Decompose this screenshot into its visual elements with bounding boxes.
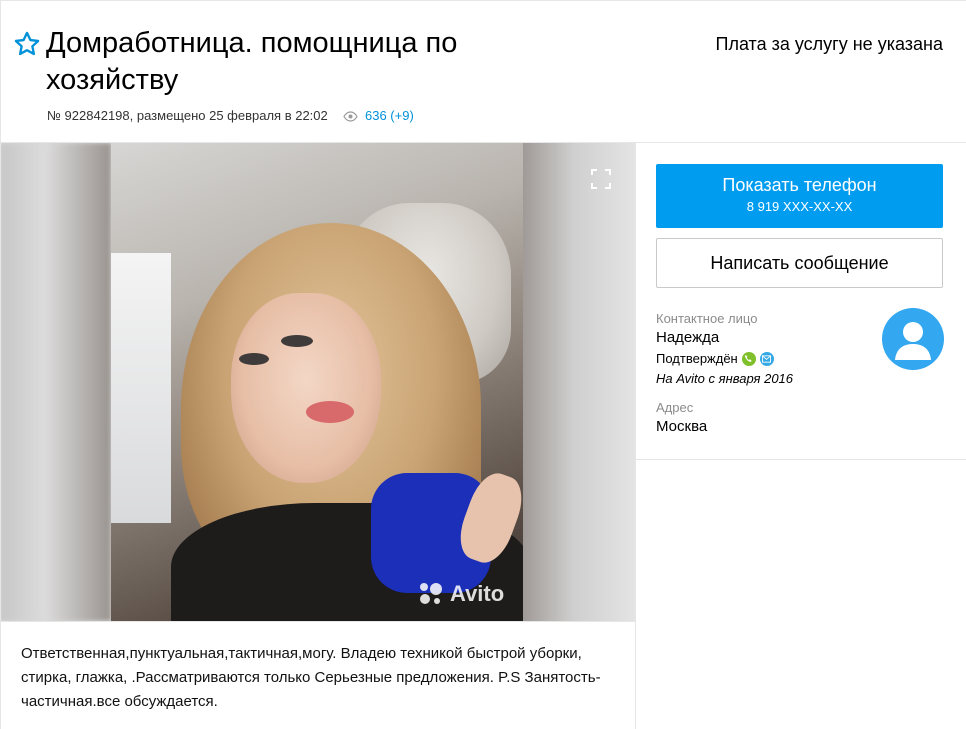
contact-name[interactable]: Надежда [656,329,719,346]
watermark-text: Avito [450,581,505,606]
avito-watermark: Avito [418,581,504,607]
ad-price: Плата за услугу не указана [715,34,944,54]
photo-face [231,293,381,483]
seller-sidebar: Показать телефон 8 919 XXX-XX-XX Написат… [636,143,966,460]
address-value: Москва [656,418,708,435]
member-since: На Avito с января 2016 [656,371,794,386]
ad-header: Домработница. помощница по хозяйству Пла… [1,1,966,143]
gallery-blur-right [523,143,635,621]
ad-description: Ответственная,пунктуальная,тактичная,мог… [1,621,635,729]
phone-masked: 8 919 XXX-XX-XX [746,199,853,214]
photo-eye [239,353,269,365]
photo-car-window [111,253,171,523]
verified-row: Подтверждён [656,351,774,366]
page-frame: Домработница. помощница по хозяйству Пла… [0,0,966,729]
email-verified-icon [759,351,774,366]
write-message-button[interactable]: Написать сообщение [656,238,943,288]
fullscreen-icon[interactable] [590,168,612,190]
eye-icon [343,111,359,122]
phone-verified-icon [741,351,756,366]
views-count[interactable]: 636 (+9) [365,108,414,123]
ad-photo[interactable] [111,143,523,621]
show-phone-label: Показать телефон [722,175,877,195]
gallery-blur-left [1,143,111,621]
photo-lips [306,401,354,423]
show-phone-button[interactable]: Показать телефон 8 919 XXX-XX-XX [656,164,943,228]
ad-meta-text: № 922842198, размещено 25 февраля в 22:0… [47,108,328,123]
user-avatar-icon[interactable] [882,308,944,370]
address-label: Адрес [656,400,694,415]
contact-label: Контактное лицо [656,311,758,326]
avito-logo-icon [420,583,442,604]
ad-title: Домработница. помощница по хозяйству [46,27,458,96]
ad-meta: № 922842198, размещено 25 февраля в 22:0… [47,108,414,123]
verified-text: Подтверждён [656,351,738,366]
star-outline-icon[interactable] [13,30,41,58]
photo-gallery[interactable]: Avito [1,143,635,621]
photo-eye [281,335,313,347]
